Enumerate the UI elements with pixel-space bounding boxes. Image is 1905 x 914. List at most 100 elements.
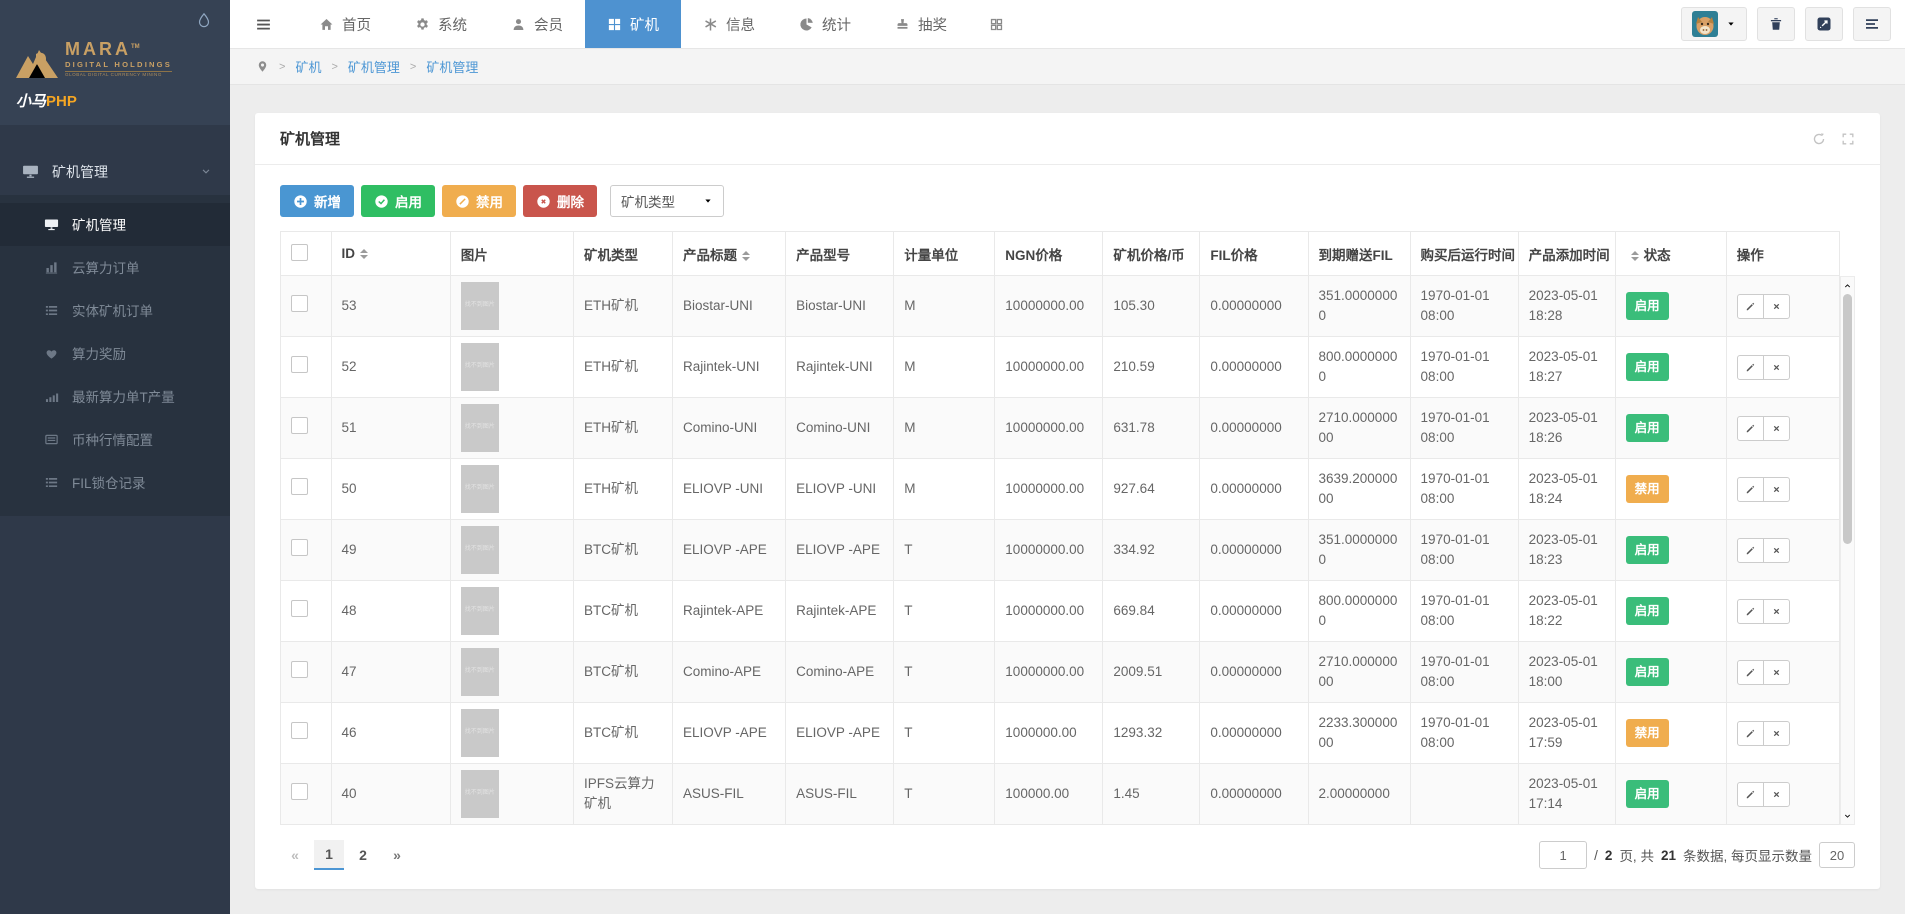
edit-row-button[interactable]	[1736, 293, 1764, 319]
delete-button[interactable]: 删除	[523, 185, 597, 217]
fullscreen-icon[interactable]	[1841, 132, 1855, 146]
sidebar-item-hash-reward[interactable]: 算力奖励	[0, 332, 230, 375]
column-label: 矿机类型	[583, 247, 638, 263]
row-checkbox[interactable]	[291, 721, 308, 739]
delete-row-button[interactable]	[1762, 720, 1790, 746]
row-checkbox[interactable]	[291, 538, 308, 556]
cell-ops	[1725, 397, 1841, 459]
log-menu-button[interactable]	[1853, 7, 1891, 41]
apps-grid-button[interactable]	[969, 0, 1024, 48]
table-body: 53 找不到图片 ETH矿机 Biostar-UNI Biostar-UNI M 10000…	[280, 275, 1841, 825]
edit-row-button[interactable]	[1736, 720, 1764, 746]
breadcrumb-link[interactable]: 矿机管理	[348, 57, 400, 76]
delete-row-button[interactable]	[1762, 781, 1790, 807]
nav-item-info[interactable]: 信息	[681, 0, 777, 48]
sidebar-item-latest-output[interactable]: 最新算力单T产量	[0, 375, 230, 418]
edit-row-button[interactable]	[1736, 598, 1764, 624]
cell-status: 启用	[1614, 397, 1727, 459]
delete-row-button[interactable]	[1762, 659, 1790, 685]
delete-row-button[interactable]	[1762, 537, 1790, 563]
disable-button[interactable]: 禁用	[442, 185, 516, 217]
panel-header-tools	[1812, 132, 1855, 146]
sidebar-group-label: 矿机管理	[52, 163, 108, 180]
row-checkbox[interactable]	[291, 416, 308, 434]
content-area: 矿机管理 新增 启用 禁用 删除 矿机类型 ID 图片 矿机类型 产品标题 产品…	[230, 85, 1905, 914]
x-icon	[1771, 606, 1782, 617]
clear-cache-button[interactable]	[1757, 7, 1795, 41]
nav-item-home[interactable]: 首页	[297, 0, 393, 48]
miner-type-select[interactable]: 矿机类型	[610, 185, 724, 217]
per-page-input[interactable]	[1819, 842, 1855, 868]
edit-row-button[interactable]	[1736, 354, 1764, 380]
sort-down-icon	[1630, 256, 1639, 261]
refresh-icon[interactable]	[1812, 132, 1826, 146]
edit-row-button[interactable]	[1736, 781, 1764, 807]
select-all-checkbox[interactable]	[291, 243, 308, 261]
sidebar-item-coin-config[interactable]: 币种行情配置	[0, 418, 230, 461]
cell-status: 启用	[1614, 519, 1727, 581]
cell-type: BTC矿机	[572, 641, 674, 703]
cell-id: 50	[330, 458, 451, 520]
sidebar-group-miner-manage[interactable]: 矿机管理	[0, 149, 230, 195]
cell-status: 启用	[1614, 275, 1727, 337]
image-placeholder: 找不到图片	[460, 648, 499, 696]
pager-prev-button[interactable]: «	[280, 840, 310, 870]
cell-run-time: 1970-01-01 08:00	[1409, 580, 1519, 642]
pager-page-button[interactable]: 1	[314, 840, 344, 870]
sidebar-item-machine-orders[interactable]: 实体矿机订单	[0, 289, 230, 332]
nav-item-stats[interactable]: 统计	[777, 0, 873, 48]
pager-next-button[interactable]: »	[382, 840, 412, 870]
enable-button[interactable]: 启用	[361, 185, 435, 217]
breadcrumb-link[interactable]: 矿机管理	[426, 57, 478, 76]
page-number-input[interactable]	[1539, 841, 1588, 869]
row-checkbox[interactable]	[291, 782, 308, 800]
open-site-button[interactable]	[1805, 7, 1843, 41]
delete-row-button[interactable]	[1762, 598, 1790, 624]
scrollbar-thumb[interactable]	[1843, 294, 1852, 544]
nav-item-miner[interactable]: 矿机	[585, 0, 681, 48]
vertical-scrollbar[interactable]	[1840, 276, 1855, 825]
nav-item-system[interactable]: 系统	[393, 0, 489, 48]
delete-row-button[interactable]	[1762, 415, 1790, 441]
cell-image: 找不到图片	[449, 275, 574, 337]
delete-row-button[interactable]	[1762, 293, 1790, 319]
user-menu-button[interactable]	[1681, 7, 1747, 41]
sidebar-item-cloud-orders[interactable]: 云算力订单	[0, 246, 230, 289]
delete-row-button[interactable]	[1762, 354, 1790, 380]
row-checkbox[interactable]	[291, 660, 308, 678]
cell-title: Comino-APE	[671, 641, 787, 703]
delete-row-button[interactable]	[1762, 476, 1790, 502]
nav-item-member[interactable]: 会员	[489, 0, 585, 48]
row-checkbox[interactable]	[291, 599, 308, 617]
sort-arrows-icon[interactable]	[742, 250, 750, 261]
breadcrumb: > 矿机 > 矿机管理 > 矿机管理	[230, 49, 1905, 85]
cell-fil-price: 0.00000000	[1199, 336, 1309, 398]
row-checkbox[interactable]	[291, 355, 308, 373]
edit-row-button[interactable]	[1736, 659, 1764, 685]
scroll-up-arrow-icon[interactable]	[1841, 278, 1854, 292]
edit-row-button[interactable]	[1736, 537, 1764, 563]
edit-row-button[interactable]	[1736, 415, 1764, 441]
row-checkbox[interactable]	[291, 294, 308, 312]
breadcrumb-link[interactable]: 矿机	[295, 57, 321, 76]
pager-page-button[interactable]: 2	[348, 840, 378, 870]
row-checkbox[interactable]	[291, 477, 308, 495]
cell-ngn-price: 10000000.00	[994, 519, 1104, 581]
column-header: 产品型号	[785, 231, 895, 276]
image-placeholder: 找不到图片	[460, 282, 499, 330]
edit-row-button[interactable]	[1736, 476, 1764, 502]
sort-arrows-icon[interactable]	[360, 249, 369, 260]
sort-arrows-icon[interactable]	[1630, 250, 1639, 261]
sidebar-collapse-button[interactable]	[230, 0, 297, 48]
cell-unit: T	[893, 519, 996, 581]
scroll-down-arrow-icon[interactable]	[1841, 809, 1854, 823]
x-icon	[1771, 362, 1782, 373]
external-link-icon	[1816, 16, 1832, 32]
disc-x-icon	[536, 194, 551, 209]
sidebar-item-miner-manage[interactable]: 矿机管理	[0, 202, 230, 246]
sidebar-item-fil-lock[interactable]: FIL锁仓记录	[0, 461, 230, 504]
cell-id: 51	[330, 397, 451, 459]
add-button[interactable]: 新增	[280, 185, 354, 217]
nav-item-lottery[interactable]: 抽奖	[873, 0, 969, 48]
status-badge: 启用	[1625, 779, 1669, 809]
